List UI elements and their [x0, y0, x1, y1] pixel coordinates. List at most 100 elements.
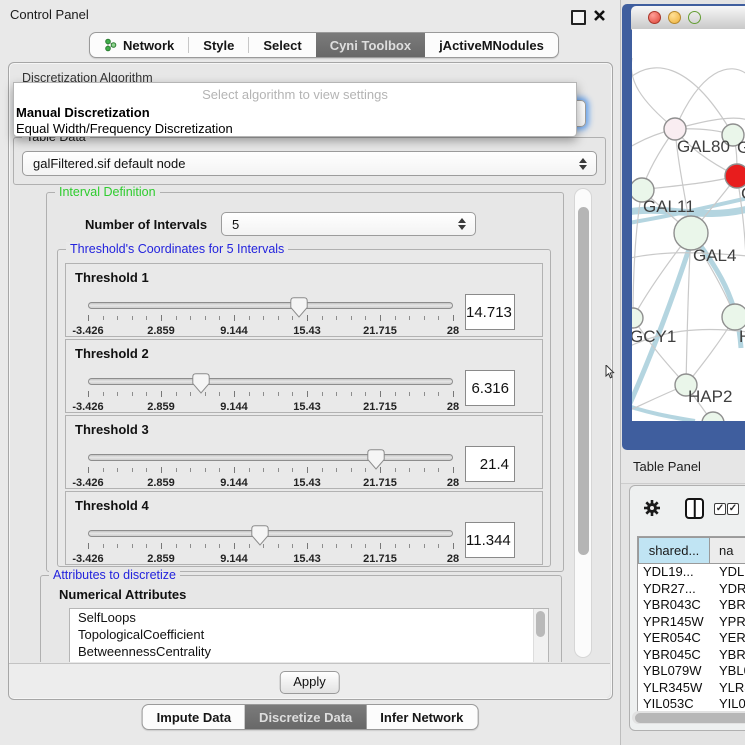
- network-node-label: GAL11: [643, 197, 695, 216]
- number-of-intervals-value: 5: [232, 217, 239, 232]
- threshold-slider[interactable]: -3.4262.8599.14415.4321.71528: [88, 454, 453, 484]
- threshold-slider[interactable]: -3.4262.8599.14415.4321.71528: [88, 530, 453, 560]
- threshold-label: Threshold 4: [75, 498, 149, 513]
- table-panel-header: Table Panel: [621, 450, 745, 484]
- numerical-attributes-list[interactable]: SelfLoopsTopologicalCoefficientBetweenne…: [69, 608, 549, 662]
- threshold-slider[interactable]: -3.4262.8599.14415.4321.71528: [88, 378, 453, 408]
- hscroll-thumb[interactable]: [635, 713, 745, 723]
- table-row[interactable]: YIL053CYIL0: [638, 696, 745, 712]
- slider-track[interactable]: [88, 530, 453, 537]
- table-row[interactable]: YBR043CYBR0: [638, 597, 745, 614]
- tab-style[interactable]: Style: [189, 33, 248, 57]
- table-row[interactable]: YBL079WYBL0: [638, 663, 745, 680]
- network-icon: [104, 38, 117, 52]
- table-row[interactable]: YDR27...YDR2: [638, 581, 745, 598]
- right-side: GAL80GACGAL11GAL4GCY1HHAP2 Table Panel ✓…: [621, 0, 745, 745]
- node-table[interactable]: shared... na YDL19...YDL1YDR27...YDR2YBR…: [637, 536, 745, 712]
- threshold-value-field[interactable]: 14.713: [465, 294, 515, 330]
- checkbox-icon[interactable]: ✓: [714, 503, 726, 515]
- table-horizontal-scrollbar[interactable]: [632, 711, 745, 724]
- node-table-header: shared... na: [638, 537, 745, 564]
- slider-tick-labels: -3.4262.8599.14415.4321.71528: [88, 325, 453, 337]
- apply-button[interactable]: Apply: [279, 671, 340, 694]
- combo-arrows-icon: [458, 218, 466, 230]
- dropdown-option-manual-discretization[interactable]: Manual Discretization: [14, 105, 576, 121]
- interval-definition-group: Interval Definition Number of Intervals …: [46, 192, 564, 572]
- slider-tick-labels: -3.4262.8599.14415.4321.71528: [88, 477, 453, 489]
- attribute-list-item[interactable]: TopologicalCoefficient: [70, 626, 548, 643]
- network-node[interactable]: [632, 308, 643, 328]
- column-header-name[interactable]: na: [710, 537, 745, 564]
- network-nodes: [632, 118, 745, 421]
- network-node-label: C: [741, 184, 745, 203]
- slider-tick-labels: -3.4262.8599.14415.4321.71528: [88, 553, 453, 565]
- attribute-list-item[interactable]: BetweennessCentrality: [70, 643, 548, 660]
- table-row[interactable]: YPR145WYPR1: [638, 614, 745, 631]
- dropdown-option-equal-width-frequency[interactable]: Equal Width/Frequency Discretization: [14, 121, 576, 137]
- float-panel-icon[interactable]: [571, 10, 586, 25]
- attributes-group-title: Attributes to discretize: [49, 568, 180, 583]
- number-of-intervals-combobox[interactable]: 5: [221, 212, 476, 236]
- numerical-attributes-label: Numerical Attributes: [59, 587, 186, 602]
- attributes-list-scrollbar[interactable]: [533, 609, 548, 662]
- table-row[interactable]: YLR345WYLR3: [638, 680, 745, 697]
- threshold-row: Threshold 1 -3.4262.8599.14415.4321.7152…: [65, 263, 543, 337]
- control-panel-title: Control Panel: [10, 7, 89, 22]
- columns-icon[interactable]: [685, 498, 704, 519]
- slider-track[interactable]: [88, 454, 453, 461]
- column-header-shared-name[interactable]: shared...: [638, 537, 710, 564]
- threshold-row: Threshold 2 -3.4262.8599.14415.4321.7152…: [65, 339, 543, 413]
- threshold-row: Threshold 3 -3.4262.8599.14415.4321.7152…: [65, 415, 543, 489]
- tab-network-label: Network: [123, 38, 174, 53]
- close-icon: [593, 9, 606, 22]
- table-row[interactable]: YBR045CYBR0: [638, 647, 745, 664]
- tab-network[interactable]: Network: [90, 33, 188, 57]
- network-node[interactable]: [674, 216, 708, 250]
- threshold-label: Threshold 3: [75, 422, 149, 437]
- window-minimize-icon[interactable]: [668, 11, 681, 24]
- node-table-rows: YDL19...YDL1YDR27...YDR2YBR043CYBR0YPR14…: [638, 564, 745, 712]
- table-row[interactable]: YDL19...YDL1: [638, 564, 745, 581]
- cyni-bottom-tabbar: Impute Data Discretize Data Infer Networ…: [142, 704, 479, 730]
- network-node-label: GCY1: [632, 327, 676, 346]
- tab-discretize-data[interactable]: Discretize Data: [245, 705, 366, 729]
- tab-infer-network[interactable]: Infer Network: [366, 705, 477, 729]
- number-of-intervals-label: Number of Intervals: [85, 217, 207, 232]
- settings-scrollbar-thumb[interactable]: [578, 207, 589, 555]
- close-panel-icon[interactable]: [593, 9, 606, 22]
- slider-track[interactable]: [88, 302, 453, 309]
- network-canvas[interactable]: GAL80GACGAL11GAL4GCY1HHAP2: [632, 29, 745, 421]
- threshold-slider[interactable]: -3.4262.8599.14415.4321.71528: [88, 302, 453, 332]
- algorithm-dropdown-popup: Select algorithm to view settings Manual…: [13, 82, 577, 137]
- slider-track[interactable]: [88, 378, 453, 385]
- network-node-label: HAP2: [688, 387, 732, 406]
- tab-select[interactable]: Select: [249, 33, 315, 57]
- window-close-icon[interactable]: [648, 11, 661, 24]
- window-zoom-icon[interactable]: [688, 11, 701, 24]
- slider-ticks: [88, 467, 453, 474]
- gear-icon[interactable]: [643, 499, 661, 517]
- slider-ticks: [88, 315, 453, 322]
- thresholds-group: Threshold's Coordinates for 5 Intervals …: [57, 249, 551, 567]
- table-panel: ✓ ✓ shared... na YDL19...YDL1YDR27...YDR…: [629, 485, 745, 731]
- table-row[interactable]: YER054CYER0: [638, 630, 745, 647]
- dropdown-placeholder: Select algorithm to view settings: [14, 86, 576, 105]
- table-data-value: galFiltered.sif default node: [33, 156, 185, 171]
- tab-impute-data[interactable]: Impute Data: [143, 705, 245, 729]
- attributes-group: Attributes to discretize Numerical Attri…: [40, 575, 562, 662]
- threshold-value-field[interactable]: 11.344: [465, 522, 515, 558]
- threshold-label: Threshold 1: [75, 270, 149, 285]
- tab-jactivemnodules[interactable]: jActiveMNodules: [425, 33, 558, 57]
- attribute-list-item[interactable]: SelfLoops: [70, 609, 548, 626]
- threshold-value-field[interactable]: 6.316: [465, 370, 515, 406]
- thresholds-group-title: Threshold's Coordinates for 5 Intervals: [66, 242, 288, 257]
- tab-cyni-toolbox[interactable]: Cyni Toolbox: [316, 33, 425, 57]
- network-graph: GAL80GACGAL11GAL4GCY1HHAP2: [632, 29, 745, 421]
- network-node[interactable]: [702, 412, 724, 421]
- table-data-combobox[interactable]: galFiltered.sif default node: [22, 151, 597, 176]
- checkbox-icon[interactable]: ✓: [727, 503, 739, 515]
- interval-definition-title: Interval Definition: [55, 186, 160, 200]
- settings-scroll-viewport: Interval Definition Number of Intervals …: [13, 186, 605, 662]
- network-window-titlebar[interactable]: [631, 6, 745, 30]
- threshold-value-field[interactable]: 21.4: [465, 446, 515, 482]
